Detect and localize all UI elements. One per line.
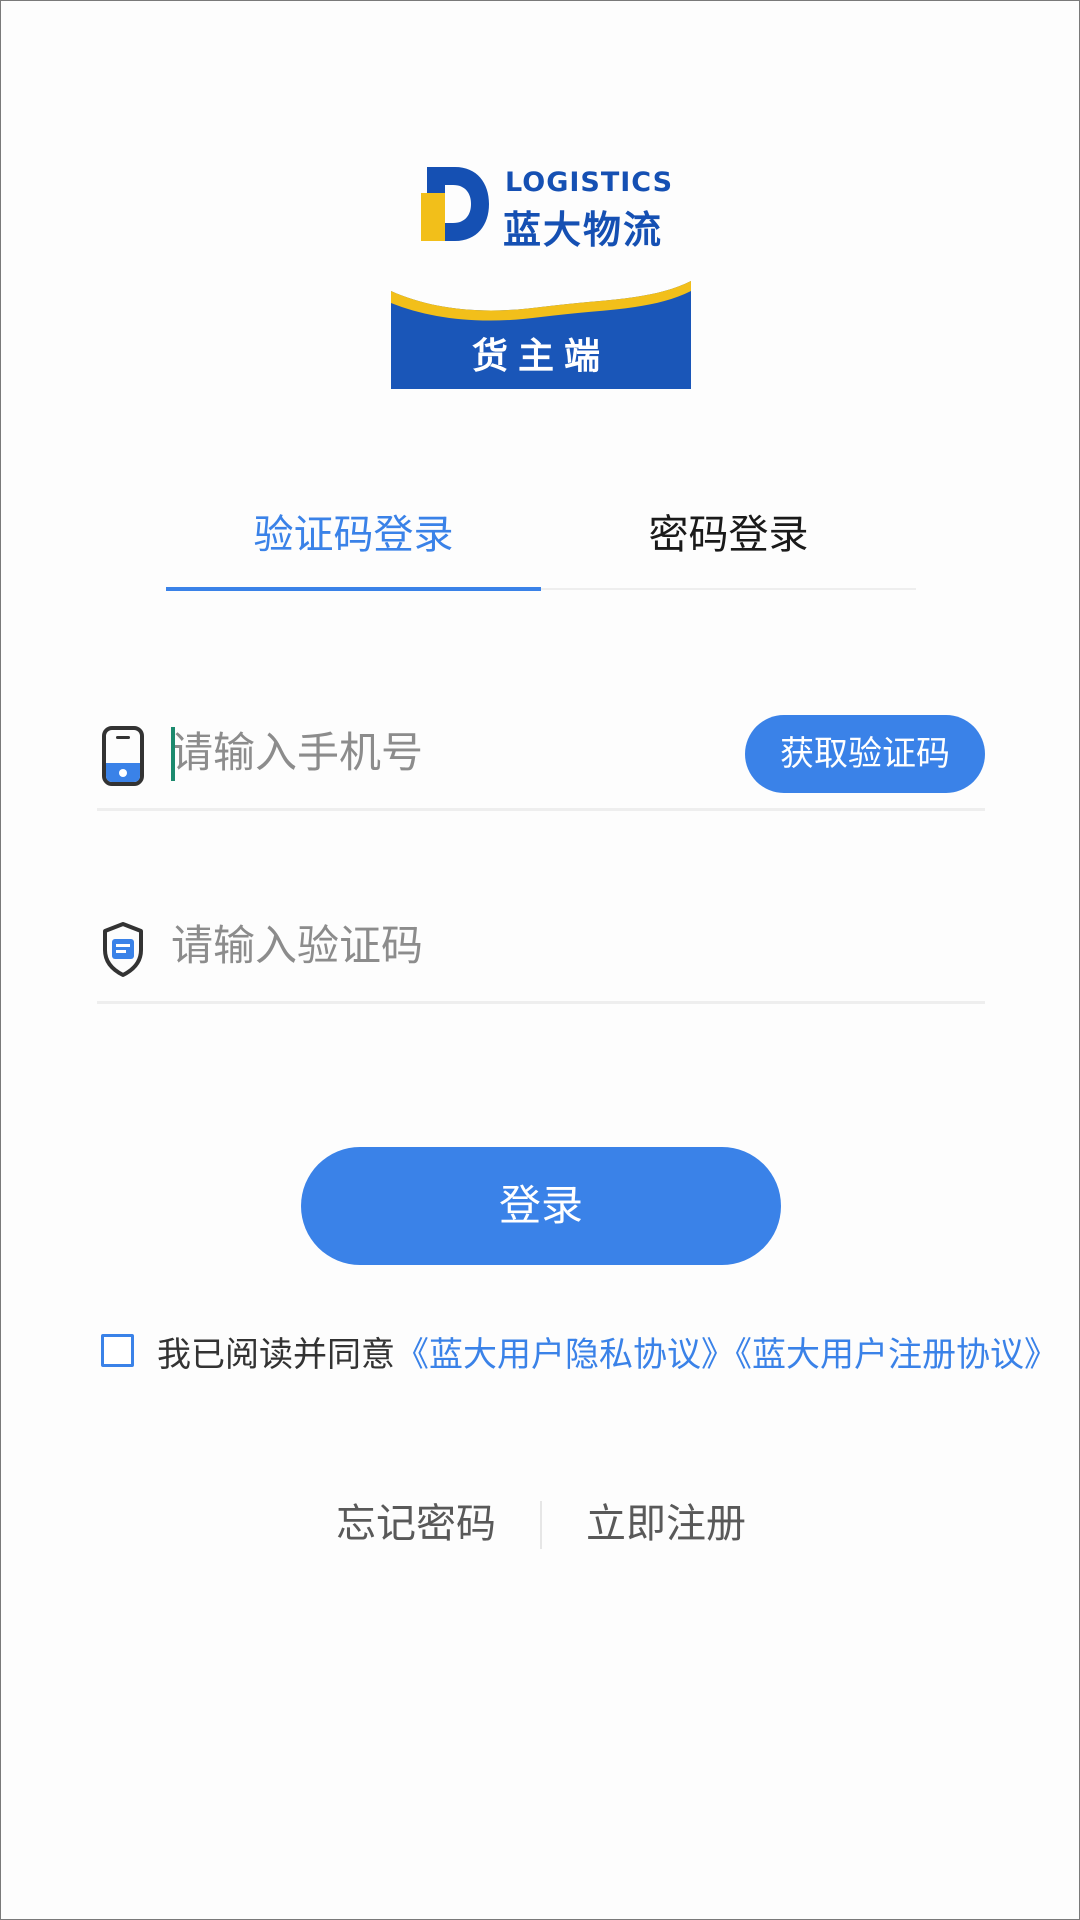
links-divider (540, 1501, 542, 1549)
login-tabs: 验证码登录 密码登录 (166, 501, 916, 593)
code-row (97, 894, 985, 1004)
brand-logo: LOGISTICS 蓝大物流 货主端 (391, 163, 691, 389)
login-button[interactable]: 登录 (301, 1147, 781, 1265)
tab-sms-login[interactable]: 验证码登录 (166, 501, 541, 589)
forgot-password-link[interactable]: 忘记密码 (301, 1491, 531, 1557)
get-code-button[interactable]: 获取验证码 (745, 715, 985, 793)
code-input[interactable] (171, 912, 731, 978)
logo-chinese-text: 蓝大物流 (503, 208, 664, 252)
phone-input[interactable] (171, 719, 731, 785)
privacy-agreement-link[interactable]: 《蓝大用户隐私协议》 (395, 1335, 735, 1375)
bottom-links: 忘记密码 立即注册 (301, 1491, 781, 1561)
tab-divider (541, 588, 916, 590)
text-caret (171, 727, 175, 781)
register-link[interactable]: 立即注册 (551, 1491, 781, 1557)
logo-banner-text: 货主端 (471, 336, 610, 377)
phone-icon (102, 726, 144, 786)
phone-underline (97, 808, 985, 811)
logo-english-text: LOGISTICS (505, 167, 674, 198)
agreement-prefix: 我已阅读并同意 (157, 1335, 395, 1375)
tab-password-login[interactable]: 密码登录 (541, 501, 916, 589)
active-tab-indicator (166, 587, 541, 591)
code-underline (97, 1001, 985, 1004)
agreement-checkbox[interactable] (101, 1334, 134, 1367)
login-screen: LOGISTICS 蓝大物流 货主端 验证码登录 密码登录 获取验证码 (0, 0, 1080, 1920)
logo-d-mark-icon (421, 167, 489, 241)
register-agreement-link[interactable]: 《蓝大用户注册协议》 (735, 1335, 1058, 1375)
agreement-text: 我已阅读并同意《蓝大用户隐私协议》《蓝大用户注册协议》 (157, 1331, 1062, 1379)
shield-verify-icon (103, 922, 143, 977)
phone-row: 获取验证码 (97, 701, 985, 811)
